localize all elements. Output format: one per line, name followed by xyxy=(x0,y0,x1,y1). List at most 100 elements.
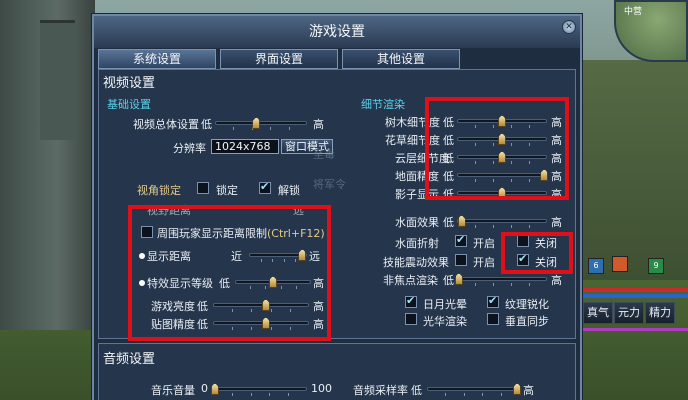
overall-quality-high: 高 xyxy=(313,118,324,131)
slider-thumb[interactable] xyxy=(457,215,466,227)
audio-section-title: 音频设置 xyxy=(103,352,156,367)
slider-thumb[interactable] xyxy=(210,383,219,395)
slider-tick xyxy=(475,283,476,286)
slider-tick xyxy=(231,393,233,396)
sample-rate-slider[interactable] xyxy=(427,383,522,396)
water-reflect-on-checkbox[interactable] xyxy=(455,233,467,247)
light-render-label: 光华渲染 xyxy=(423,315,467,328)
overall-quality-slider[interactable] xyxy=(215,117,307,130)
background-text: 至毒 xyxy=(313,148,335,161)
slider-tick xyxy=(250,393,252,396)
slider-tick xyxy=(270,127,272,130)
vsync-checkbox[interactable] xyxy=(487,313,499,325)
skill-shake-on-checkbox[interactable] xyxy=(455,254,467,266)
slider-thumb[interactable] xyxy=(252,117,261,129)
vsync-label: 垂直同步 xyxy=(505,315,549,328)
texture-sharpen-label: 纹理锐化 xyxy=(505,298,549,311)
close-icon[interactable]: ✕ xyxy=(562,20,576,34)
audio-settings-panel: 音频设置 音乐音量 0 100 音频采样率 低 高 xyxy=(98,343,576,400)
camera-lock-option: 锁定 xyxy=(216,184,238,197)
resolution-label: 分辨率 xyxy=(173,142,206,155)
highlight-box-shake-off xyxy=(501,232,573,274)
slider-tick xyxy=(269,393,271,396)
slider-track[interactable] xyxy=(457,219,547,223)
water-effect-high: 高 xyxy=(551,216,562,229)
detail-render-title: 细节渲染 xyxy=(361,98,405,111)
basic-settings-title: 基础设置 xyxy=(107,98,151,111)
dof-high: 高 xyxy=(551,274,562,287)
slider-tick xyxy=(529,225,530,228)
dof-slider[interactable] xyxy=(454,273,547,286)
video-section-title: 视频设置 xyxy=(103,76,156,91)
camera-lock-checkbox[interactable] xyxy=(197,182,209,194)
water-effect-slider[interactable] xyxy=(457,215,547,228)
skill-button-yuanli[interactable]: 元力 xyxy=(614,302,644,324)
tab-bar: 系统设置 界面设置 其他设置 xyxy=(98,49,576,69)
skill-shake-label: 技能震动效果 xyxy=(383,256,449,269)
sun-glare-label: 日月光晕 xyxy=(423,298,467,311)
buff-count: 6 xyxy=(593,261,599,270)
music-volume-min: 0 xyxy=(201,382,208,395)
slider-tick xyxy=(482,393,484,396)
highlight-box-detail-sliders xyxy=(425,97,569,200)
slider-tick xyxy=(288,393,290,396)
water-effect-label: 水面效果 xyxy=(395,216,439,229)
camera-unlock-checkbox[interactable] xyxy=(259,180,271,194)
camera-lock-label: 视角锁定 xyxy=(137,184,181,197)
camera-unlock-option: 解锁 xyxy=(278,184,300,197)
background-text: 将军令 xyxy=(313,178,346,191)
slider-tick xyxy=(500,393,502,396)
skill-label: 精力 xyxy=(649,306,671,319)
sample-rate-high: 高 xyxy=(523,384,534,397)
water-effect-low: 低 xyxy=(443,216,454,229)
skill-shake-on-label: 开启 xyxy=(473,256,495,269)
resolution-select[interactable]: 1024x768 xyxy=(211,139,279,154)
slider-tick xyxy=(511,225,512,228)
tab-other-settings[interactable]: 其他设置 xyxy=(342,49,460,69)
grass-terrain xyxy=(578,60,688,280)
light-render-checkbox[interactable] xyxy=(405,313,417,325)
slider-track[interactable] xyxy=(215,121,307,125)
highlight-box-nearby-effects xyxy=(128,205,331,341)
minimap-label: 中营 xyxy=(624,7,643,17)
slider-tick xyxy=(288,127,290,130)
sun-glare-checkbox[interactable] xyxy=(405,294,417,308)
buff-icon[interactable]: 6 xyxy=(588,258,604,274)
overall-quality-low: 低 xyxy=(201,118,212,131)
window-title[interactable]: 游戏设置 xyxy=(94,16,580,48)
slider-tick xyxy=(511,283,512,286)
slider-thumb[interactable] xyxy=(513,383,522,395)
mana-bar xyxy=(582,294,688,298)
slider-track[interactable] xyxy=(213,387,307,391)
slider-tick xyxy=(475,225,476,228)
slider-tick xyxy=(493,225,494,228)
stone-turret xyxy=(40,20,75,140)
music-volume-max: 100 xyxy=(311,382,332,395)
tab-system-settings[interactable]: 系统设置 xyxy=(98,49,216,69)
sample-rate-label: 音频采样率 xyxy=(353,384,408,397)
item-count: 9 xyxy=(653,261,659,270)
slider-track[interactable] xyxy=(427,387,519,391)
dof-label: 非焦点渲染 xyxy=(383,274,438,287)
health-bar xyxy=(582,288,688,292)
tab-interface-settings[interactable]: 界面设置 xyxy=(220,49,338,69)
skill-label: 真气 xyxy=(587,306,609,319)
sample-rate-low: 低 xyxy=(411,384,422,397)
slider-tick xyxy=(493,283,494,286)
slider-tick xyxy=(233,127,235,130)
overall-quality-label: 视频总体设置 xyxy=(133,118,199,131)
item-icon[interactable]: 9 xyxy=(648,258,664,274)
skill-button-jingli[interactable]: 精力 xyxy=(645,302,675,324)
music-volume-slider[interactable] xyxy=(210,383,307,396)
texture-sharpen-checkbox[interactable] xyxy=(487,294,499,308)
exp-bar xyxy=(582,328,688,331)
slider-tick xyxy=(445,393,447,396)
music-volume-label: 音乐音量 xyxy=(151,384,195,397)
water-reflect-label: 水面折射 xyxy=(395,237,439,250)
skill-button-zhenqi[interactable]: 真气 xyxy=(583,302,613,324)
slider-track[interactable] xyxy=(457,277,547,281)
pet-icon[interactable] xyxy=(612,256,628,272)
slider-thumb[interactable] xyxy=(454,273,463,285)
water-reflect-on-label: 开启 xyxy=(473,237,495,250)
skill-label: 元力 xyxy=(618,306,640,319)
